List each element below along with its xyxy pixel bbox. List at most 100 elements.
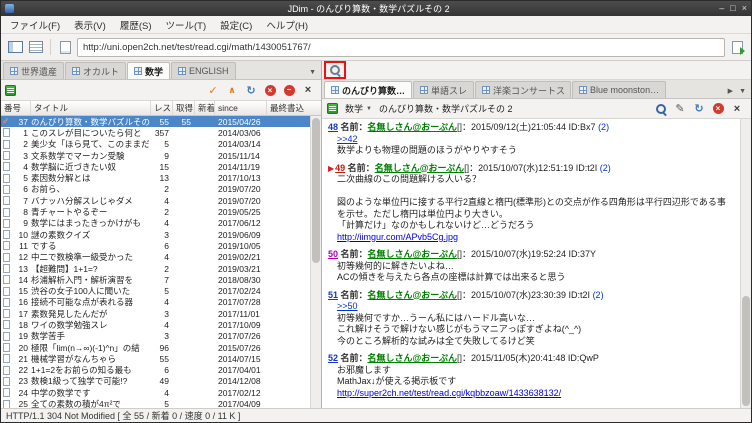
column-header[interactable]: 番号 [1,101,31,115]
thread-list-row[interactable]: 20 極限「lim(n→∞)(-1)^n」の結 96 2015/07/26 [1,342,310,353]
thread-tab-scroll-icon[interactable]: ▶ [725,87,736,98]
thread-list-row[interactable]: 7 バナッハ分解スレじゃダメ 4 2019/07/20 [1,195,310,206]
post-author-link[interactable]: 名無しさん@おーぷん [368,353,457,363]
thread-list-row[interactable]: 11 でする 6 2019/10/05 [1,240,310,251]
board-tab[interactable]: オカルト [65,62,127,79]
scrollbar-thumb[interactable] [312,118,320,263]
thread-list-row[interactable]: 21 機械学習がなんちゃら 55 2014/07/15 [1,353,310,364]
post-number-link[interactable]: 49 [335,163,345,173]
url-input[interactable] [77,37,725,57]
thread-list-row[interactable]: 15 渋谷の女子100人に聞いた 5 2017/02/24 [1,285,310,296]
column-header[interactable]: 最終書込 [267,101,321,115]
thread-list-row[interactable]: 8 青チャートやるぞー 2 2019/05/25 [1,206,310,217]
update-check-icon[interactable] [204,82,222,99]
anchor-link[interactable]: >>50 [337,301,358,311]
column-header[interactable]: 取得 [173,101,195,115]
post-author-link[interactable]: 名無しさん@おーぷん [368,290,457,300]
close-icon[interactable] [299,82,317,99]
thread-list-row[interactable]: 9 数学にはまったきっかけがも 4 2017/06/12 [1,218,310,229]
thread-list-row[interactable]: 4 数学脳に近づきたい奴 15 2014/11/19 [1,161,310,172]
column-header[interactable]: レス [151,101,173,115]
board-tab[interactable]: 世界遺産 [3,62,65,79]
thread-list-row[interactable]: 17 素数発見したんだが 3 2017/11/01 [1,308,310,319]
reload-icon[interactable] [242,82,260,99]
open-url-icon[interactable] [728,39,746,56]
board-scrollbar[interactable] [310,116,321,408]
thread-list-row[interactable]: 13 【超難問】1+1=? 2 2019/03/21 [1,263,310,274]
thread-list-row[interactable]: 14 杉浦解析入門・解析演習を 7 2018/08/30 [1,274,310,285]
board-list-icon[interactable] [27,39,45,56]
thread-tab-dropdown-icon[interactable]: ▼ [736,88,749,98]
post-id[interactable]: ID:t2I [573,163,598,173]
column-header[interactable]: タイトル [31,101,151,115]
thread-list-row[interactable]: 5 素因数分解とは 13 2017/10/13 [1,172,310,183]
thread-list-row[interactable]: 12 中二で数検準一級受かった 4 2019/02/21 [1,252,310,263]
menu-item[interactable]: 表示(V) [67,16,113,34]
thread-list-row[interactable]: 22 1+1=2をお前らの知る最も 6 2017/04/01 [1,365,310,376]
scrollbar-thumb[interactable] [742,296,750,406]
post-id[interactable]: ID:Bx7 [566,122,596,132]
post-id[interactable]: ID:t2I [566,290,591,300]
post-author-link[interactable]: 名無しさん@おーぷん [375,163,464,173]
thread-list-row[interactable]: 6 お前ら、 2 2019/07/20 [1,184,310,195]
url-link[interactable]: http://super2ch.net/test/read.cgi/kqbbzo… [337,388,561,398]
thread-list-row[interactable]: 10 謎の素数クイズ 3 2019/06/09 [1,229,310,240]
maximize-icon[interactable]: □ [730,4,735,13]
thread-scrollbar[interactable] [740,119,751,408]
thread-list-row[interactable]: 2 美少女「ほら見て、このままだ 5 2014/03/14 [1,139,310,150]
thread-tab[interactable]: Blue moonston… [572,81,667,98]
post-id-count[interactable]: (2) [597,163,611,173]
close-icon[interactable]: × [742,4,747,13]
update-icon[interactable] [223,82,241,99]
menu-item[interactable]: 履歴(S) [113,16,159,34]
post-number-link[interactable]: 51 [328,290,338,300]
column-header[interactable]: 新着 [195,101,215,115]
menu-item[interactable]: ツール(T) [158,16,213,34]
thread-list-row[interactable]: 16 接続不可能な点が表れる器 4 2017/07/28 [1,297,310,308]
thread-tab[interactable]: 単語スレ [413,81,475,98]
board-tab[interactable]: 数学 [127,62,171,79]
column-header[interactable]: since [215,101,267,115]
write-icon[interactable] [671,100,689,117]
thread-list-row[interactable]: 25 全ての素数の積が4π²で 5 2017/04/09 [1,398,310,408]
url-link[interactable]: http://iimgur.com/APvb5Cg.jpg [337,232,458,242]
thread-list-row[interactable]: 24 中学の数学です 4 2017/02/12 [1,387,310,398]
post-id-count[interactable]: (2) [596,122,609,132]
post-id[interactable]: ID:QwP [565,353,599,363]
menu-item[interactable]: ファイル(F) [3,16,67,34]
post-author-link[interactable]: 名無しさん@おーぷん [368,249,457,259]
thread-list-row[interactable]: 3 文系数学でマーカン受験 9 2015/11/14 [1,150,310,161]
thread-tab[interactable]: のんびり算数… [324,81,413,98]
post-number-link[interactable]: 50 [328,249,338,259]
delete-icon[interactable] [280,82,298,99]
app-window: JDim - のんびり算数・数学パズルその 2 – □ × ファイル(F) 表示(… [0,0,752,423]
post-id-count[interactable]: (2) [590,290,604,300]
board-select[interactable]: 数学 ▼ [342,101,375,116]
thread-tab-icon [579,86,588,94]
thread-list-row[interactable]: ✓ 37 のんびり算数・数学パズルその 2 55 55 2015/04/26 [1,116,310,128]
board-tab[interactable]: ENGLISH [171,62,236,79]
reload-icon[interactable] [690,100,708,117]
sidebar-toggle-icon[interactable] [6,39,24,56]
thread-view-icon[interactable] [56,39,74,56]
post-id[interactable]: ID:37Y [566,249,597,259]
post-author-link[interactable]: 名無しさん@おーぷん [368,122,457,132]
search-icon[interactable] [652,100,670,117]
thread-tab[interactable]: 洋楽コンサートスレ [475,81,572,98]
stop-icon[interactable] [261,82,279,99]
thread-list-row[interactable]: 23 数検1級って独学で可能!? 49 2014/12/08 [1,376,310,387]
stop-icon[interactable] [709,100,727,117]
thread-list-row[interactable]: 18 ワイの数学勉強スレ 4 2017/10/09 [1,319,310,330]
thread-list-header[interactable]: 番号 タイトル レス 取得 新着 since 最終書込 [1,101,321,116]
menu-item[interactable]: ヘルプ(H) [259,16,315,34]
close-icon[interactable] [728,100,746,117]
post-number-link[interactable]: 48 [328,122,338,132]
thread-list-row[interactable]: 19 数学苦手 3 2017/07/26 [1,331,310,342]
post-number-link[interactable]: 52 [328,353,338,363]
search-icon[interactable] [328,63,342,77]
board-tab-dropdown-icon[interactable]: ▼ [306,69,319,79]
menu-item[interactable]: 設定(C) [213,16,259,34]
thread-list-row[interactable]: 1 このスレが目についたら何と 357 2014/03/06 [1,127,310,138]
anchor-link[interactable]: >>42 [337,134,358,144]
minimize-icon[interactable]: – [719,4,724,13]
